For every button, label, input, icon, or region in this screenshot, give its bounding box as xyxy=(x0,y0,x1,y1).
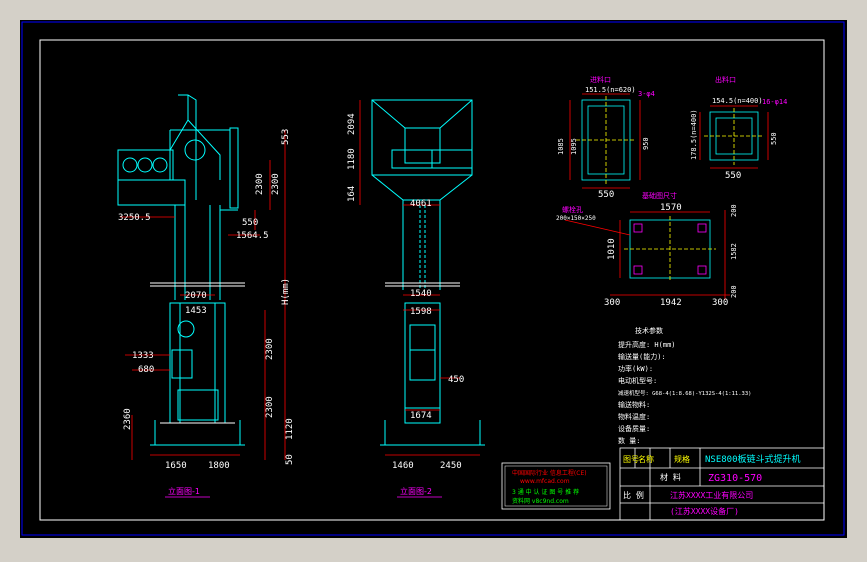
outlet-dim-top: 154.5(n=400) xyxy=(712,97,763,105)
foundation-dim-bottom-mid: 1942 xyxy=(660,298,682,308)
dim-2300-upper: 2300 xyxy=(255,173,265,195)
inlet-dim-right: 950 xyxy=(642,137,650,150)
dim-1453: 1453 xyxy=(185,306,207,316)
foundation-dim-bottom-left: 300 xyxy=(604,298,620,308)
dim-1564: 1564.5 xyxy=(236,231,269,241)
dim-2070: 2070 xyxy=(185,291,207,301)
inlet-dim-left2: 1095 xyxy=(570,138,578,155)
elevation-view-1 xyxy=(117,94,245,446)
tb-col1: 图号 xyxy=(623,455,639,464)
cad-viewport[interactable]: 553 2300 2300 550 3250.5 1564.5 2070 145… xyxy=(20,20,847,538)
dim-2300-mid: 2300 xyxy=(265,338,275,360)
dim-1800: 1800 xyxy=(208,461,230,471)
dim-1333: 1333 xyxy=(132,351,154,361)
stamp-line-1: 中国国际行业 信息工程(CE) xyxy=(512,469,587,477)
dim-2300-upper2: 2300 xyxy=(271,173,281,195)
stamp-box: 中国国际行业 信息工程(CE) www.mfcad.com 3 通 中 认 证 … xyxy=(501,462,611,510)
dim-2360: 2360 xyxy=(123,408,133,430)
outlet-text: 出料口 154.5(n=400) 16-φ14 178.5(n=400) 550… xyxy=(690,75,787,181)
tech-params: 技术参数 提升高度: H(mm) 输送量(能力): 功率(kW): 电动机型号:… xyxy=(618,326,751,445)
dim-1180: 1180 xyxy=(347,148,357,170)
foundation-dim-right-bot: 200 xyxy=(730,285,738,298)
dim-164: 164 xyxy=(347,186,357,202)
tech-param-row: 功率(kW): xyxy=(618,364,653,373)
stamp-line-4: 资料网 v8c9nd.com xyxy=(512,497,569,505)
outlet-dim-right: 550 xyxy=(770,132,778,145)
foundation-title: 基础图尺寸 xyxy=(642,191,677,200)
stamp-line-2: www.mfcad.com xyxy=(520,478,570,485)
dim-1540: 1540 xyxy=(410,289,432,299)
dim-text-view-2: 2094 1180 164 4061 1540 1598 450 1674 14… xyxy=(347,113,464,471)
tb-drawing-no: ZG310-570 xyxy=(708,473,762,484)
dim-1460: 1460 xyxy=(392,461,414,471)
elevation-view-2 xyxy=(371,99,485,446)
dim-2300-low: 2300 xyxy=(265,396,275,418)
tech-param-row: 提升高度: H(mm) xyxy=(618,340,676,349)
view-label-1: 立面图-1 xyxy=(168,486,200,496)
dim-3250: 3250.5 xyxy=(118,213,151,223)
foundation-dim-left: 1010 xyxy=(607,238,617,260)
tb-scale-label: 比 例 xyxy=(623,490,644,500)
dim-height-h: H(mm) xyxy=(281,278,291,305)
bolt-note: 螺栓孔 xyxy=(562,205,583,214)
dim-550: 550 xyxy=(242,218,258,228)
tech-param-row: 数 量: xyxy=(618,436,640,445)
tb-col3: 规格 xyxy=(674,454,690,464)
dim-2450: 2450 xyxy=(440,461,462,471)
dim-1120: 1120 xyxy=(285,418,295,440)
dim-2094: 2094 xyxy=(347,113,357,135)
inlet-detail xyxy=(569,93,641,189)
outlet-title: 出料口 xyxy=(715,75,736,84)
foundation-dim-bottom-right: 300 xyxy=(712,298,728,308)
outlet-dim-bottom: 550 xyxy=(725,171,741,181)
outlet-dim-note: 16-φ14 xyxy=(762,98,787,106)
tech-param-row: 减速机型号: G68-4(1:8.68)-Y132S-4(1:11.33) xyxy=(618,389,751,397)
tech-param-row: 输送物料: xyxy=(618,400,650,409)
tb-part-label: 材 料 xyxy=(660,472,681,482)
dim-50: 50 xyxy=(285,454,295,465)
inlet-dim-left1: 1085 xyxy=(557,138,565,155)
foundation-text: 基础图尺寸 螺栓孔 200×150×250 1570 1010 200 1582… xyxy=(556,191,738,308)
tech-params-title: 技术参数 xyxy=(635,326,663,335)
tb-factory: (江苏XXXX设备厂) xyxy=(670,506,739,516)
bolt-spec: 200×150×250 xyxy=(556,215,596,222)
outlet-dim-left: 178.5(n=400) xyxy=(690,109,698,160)
tech-param-row: 输送量(能力): xyxy=(618,352,666,361)
inlet-dim-bottom: 550 xyxy=(598,190,614,200)
foundation-dim-right-top: 200 xyxy=(730,204,738,217)
tb-company: 江苏XXXX工业有限公司 xyxy=(670,490,753,500)
inlet-dim-top: 151.5(n=620) xyxy=(585,86,636,94)
foundation-plan xyxy=(564,210,730,300)
outlet-detail xyxy=(699,105,769,169)
engineering-drawing: 553 2300 2300 550 3250.5 1564.5 2070 145… xyxy=(21,21,845,536)
dim-1598: 1598 xyxy=(410,307,432,317)
foundation-dim-right-mid: 1582 xyxy=(730,243,738,260)
dim-553: 553 xyxy=(281,129,291,145)
tech-param-row: 设备质量: xyxy=(618,424,650,433)
inlet-title: 进料口 xyxy=(590,75,611,84)
tech-param-row: 物料温度: xyxy=(618,412,650,421)
tb-model: NSE800板链斗式提升机 xyxy=(705,453,801,465)
foundation-dim-top: 1570 xyxy=(660,203,682,213)
inlet-dim-note: 3-φ4 xyxy=(638,90,655,98)
view-label-2: 立面图-2 xyxy=(400,486,432,496)
dim-4061: 4061 xyxy=(410,199,432,209)
tech-param-row: 电动机型号: xyxy=(618,376,657,385)
tb-col2: 名称 xyxy=(638,454,654,464)
dim-680: 680 xyxy=(138,365,154,375)
dim-450: 450 xyxy=(448,375,464,385)
dim-1674: 1674 xyxy=(410,411,432,421)
stamp-line-3: 3 通 中 认 证 图 号 推 荐 xyxy=(512,488,579,496)
dim-1650: 1650 xyxy=(165,461,187,471)
